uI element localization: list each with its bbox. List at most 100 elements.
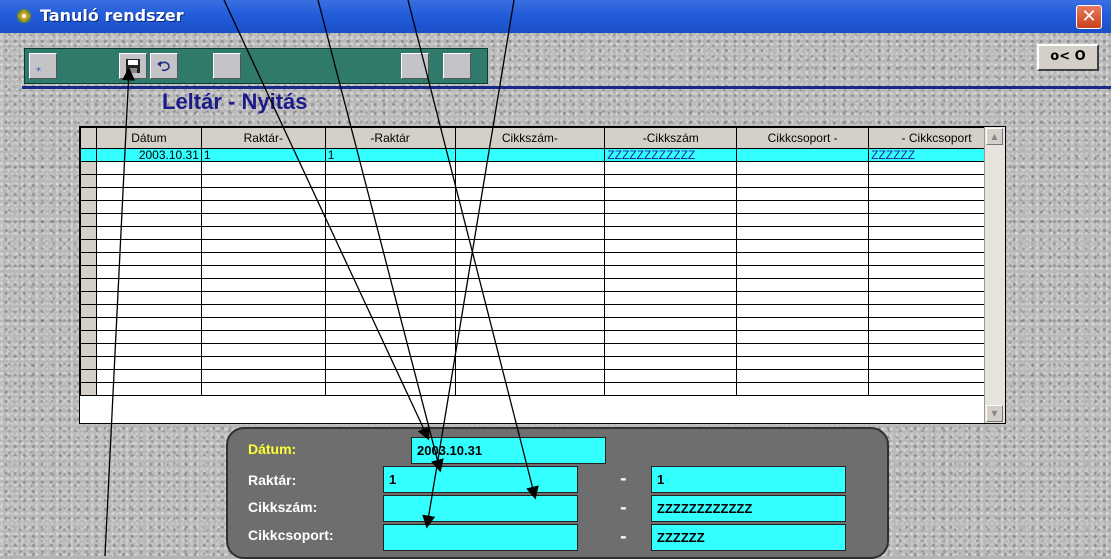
- table-cell[interactable]: [454, 200, 606, 214]
- table-cell[interactable]: [324, 213, 456, 227]
- table-cell[interactable]: [454, 265, 606, 279]
- table-cell[interactable]: [324, 239, 456, 253]
- column-header[interactable]: Dátum: [95, 127, 202, 149]
- table-row[interactable]: [80, 343, 1005, 357]
- table-cell[interactable]: [736, 174, 870, 188]
- table-cell[interactable]: [200, 291, 326, 305]
- table-cell[interactable]: [604, 265, 738, 279]
- table-cell[interactable]: [95, 330, 202, 344]
- scroll-up-icon[interactable]: ▲: [986, 128, 1003, 145]
- table-cell[interactable]: [454, 161, 606, 175]
- table-row[interactable]: [80, 265, 1005, 279]
- table-cell[interactable]: [95, 252, 202, 266]
- table-cell[interactable]: [95, 382, 202, 396]
- table-cell[interactable]: [736, 252, 870, 266]
- table-cell[interactable]: [324, 252, 456, 266]
- table-cell[interactable]: [324, 330, 456, 344]
- table-cell[interactable]: [454, 278, 606, 292]
- column-header[interactable]: -Cikkszám: [604, 127, 738, 149]
- table-row[interactable]: [80, 291, 1005, 305]
- table-cell[interactable]: [604, 161, 738, 175]
- table-cell[interactable]: [604, 213, 738, 227]
- row-selector[interactable]: [80, 356, 97, 370]
- table-cell[interactable]: [736, 291, 870, 305]
- table-cell[interactable]: [736, 330, 870, 344]
- table-cell[interactable]: [604, 291, 738, 305]
- table-cell[interactable]: [200, 174, 326, 188]
- table-cell[interactable]: [604, 278, 738, 292]
- table-cell[interactable]: [736, 161, 870, 175]
- row-selector[interactable]: [80, 369, 97, 383]
- row-selector[interactable]: [80, 330, 97, 344]
- close-button[interactable]: ✕: [1076, 5, 1102, 29]
- table-row[interactable]: [80, 369, 1005, 383]
- table-cell[interactable]: [604, 356, 738, 370]
- table-row[interactable]: [80, 226, 1005, 240]
- table-cell[interactable]: [324, 200, 456, 214]
- row-selector[interactable]: [80, 252, 97, 266]
- row-selector[interactable]: [80, 304, 97, 318]
- table-cell[interactable]: [95, 187, 202, 201]
- table-row[interactable]: [80, 330, 1005, 344]
- table-cell[interactable]: [604, 252, 738, 266]
- table-cell[interactable]: [736, 369, 870, 383]
- table-cell[interactable]: [736, 148, 870, 162]
- table-cell[interactable]: [454, 187, 606, 201]
- table-cell[interactable]: [95, 161, 202, 175]
- table-cell[interactable]: [200, 343, 326, 357]
- column-header[interactable]: Raktár-: [200, 127, 326, 149]
- table-cell[interactable]: [736, 187, 870, 201]
- table-row[interactable]: [80, 304, 1005, 318]
- toolbar-blank-button-2[interactable]: [401, 53, 429, 79]
- table-cell[interactable]: [454, 343, 606, 357]
- row-selector[interactable]: [80, 382, 97, 396]
- table-cell[interactable]: [200, 161, 326, 175]
- table-cell[interactable]: [454, 291, 606, 305]
- table-cell[interactable]: [324, 226, 456, 240]
- table-cell[interactable]: [324, 343, 456, 357]
- table-cell[interactable]: [95, 226, 202, 240]
- table-row[interactable]: [80, 213, 1005, 227]
- cikkszam-to-field[interactable]: ZZZZZZZZZZZZ: [651, 495, 846, 522]
- table-cell[interactable]: [324, 304, 456, 318]
- column-header[interactable]: Cikkcsoport -: [736, 127, 870, 149]
- table-cell[interactable]: [200, 369, 326, 383]
- row-selector[interactable]: [80, 200, 97, 214]
- table-cell[interactable]: [324, 369, 456, 383]
- table-row[interactable]: [80, 187, 1005, 201]
- table-cell[interactable]: [200, 356, 326, 370]
- row-selector[interactable]: [80, 174, 97, 188]
- table-cell[interactable]: [604, 239, 738, 253]
- table-row[interactable]: [80, 278, 1005, 292]
- table-cell[interactable]: [454, 382, 606, 396]
- table-row[interactable]: [80, 161, 1005, 175]
- table-cell[interactable]: [736, 382, 870, 396]
- table-cell[interactable]: [454, 213, 606, 227]
- records-grid[interactable]: Dátum Raktár- -Raktár Cikkszám- -Cikkszá…: [79, 126, 1006, 424]
- row-selector[interactable]: [80, 291, 97, 305]
- column-header[interactable]: Cikkszám-: [454, 127, 606, 149]
- table-cell[interactable]: [736, 304, 870, 318]
- table-cell[interactable]: [95, 239, 202, 253]
- table-cell[interactable]: 1: [324, 148, 456, 162]
- table-row[interactable]: [80, 382, 1005, 396]
- datum-field[interactable]: 2003.10.31: [411, 437, 606, 464]
- row-selector[interactable]: [80, 265, 97, 279]
- table-cell[interactable]: [324, 382, 456, 396]
- table-cell[interactable]: [604, 304, 738, 318]
- table-cell[interactable]: [736, 239, 870, 253]
- table-cell[interactable]: [736, 200, 870, 214]
- table-row[interactable]: [80, 252, 1005, 266]
- table-row[interactable]: [80, 317, 1005, 331]
- column-header[interactable]: -Raktár: [324, 127, 456, 149]
- table-cell[interactable]: [200, 317, 326, 331]
- table-cell[interactable]: [200, 226, 326, 240]
- table-row[interactable]: [80, 239, 1005, 253]
- toolbar-blank-button-3[interactable]: [443, 53, 471, 79]
- table-cell[interactable]: [604, 369, 738, 383]
- table-cell[interactable]: [454, 304, 606, 318]
- table-cell[interactable]: [454, 148, 606, 162]
- row-selector[interactable]: [80, 213, 97, 227]
- table-cell[interactable]: [736, 278, 870, 292]
- table-cell[interactable]: [324, 265, 456, 279]
